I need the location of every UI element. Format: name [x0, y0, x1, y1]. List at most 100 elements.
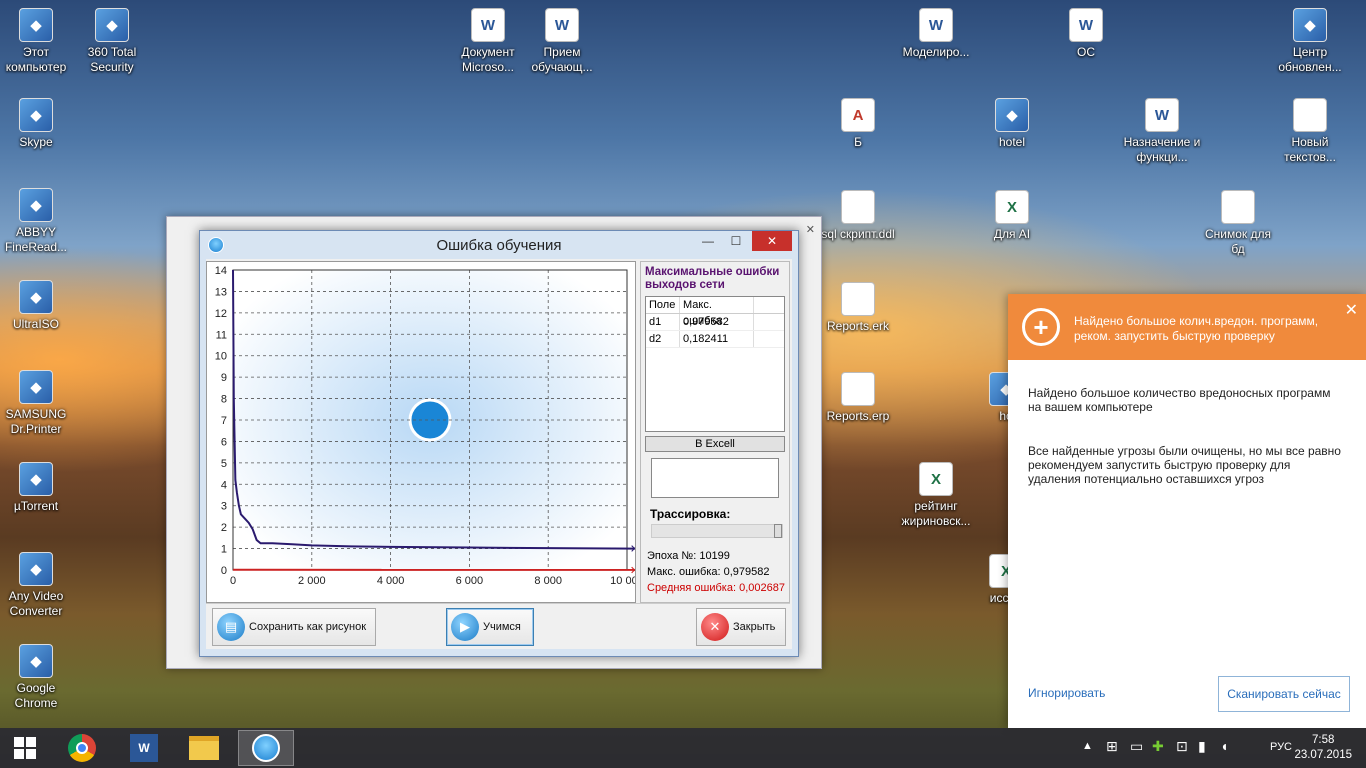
desktop-icon[interactable]: W Документ Microso...: [448, 8, 528, 75]
table-row[interactable]: d1 0,979582: [646, 314, 784, 331]
export-excel-button[interactable]: В Excell: [645, 436, 785, 452]
shield-plus-icon: ◆: [95, 8, 129, 42]
taskbar: W ▲ ⊞ ▭ ✚ ⊡ ▮ ◖ РУС 7:58 23.07.2015: [0, 728, 1366, 768]
start-button[interactable]: [0, 730, 50, 766]
notification-header-text: Найдено большое колич.вредон. программ, …: [1074, 314, 1319, 343]
desktop-icon[interactable]: W ОС: [1046, 8, 1126, 60]
taskbar-chrome[interactable]: [54, 730, 110, 766]
training-error-window: Ошибка обучения — ☐ ✕ 0 2 000 4 000 6 000 8 …: [199, 230, 799, 657]
360-security-logo-icon: +: [1022, 308, 1060, 346]
desktop-icon-label: SAMSUNG Dr.Printer: [5, 407, 67, 436]
desktop-icon[interactable]: X Для AI: [972, 190, 1052, 242]
button-bar: ▤ Сохранить как рисунок ▶ Учимся ✕ Закры…: [206, 603, 790, 649]
desktop-icon[interactable]: ◆ Этот компьютер: [0, 8, 76, 75]
desktop-icon[interactable]: ◆ µTorrent: [0, 462, 76, 514]
trace-label: Трассировка:: [650, 507, 731, 521]
desktop-icon[interactable]: ◆ Any Video Converter: [0, 552, 76, 619]
title-bar[interactable]: Ошибка обучения — ☐ ✕: [200, 231, 798, 259]
network-icon[interactable]: ⊡: [1176, 738, 1188, 755]
desktop-icon-label: Документ Microso...: [461, 45, 515, 74]
floppy-icon: ▤: [217, 613, 245, 641]
desktop-icon[interactable]: Reports.erk: [818, 282, 898, 334]
column-header-max-error[interactable]: Макс. ошибка: [680, 297, 754, 327]
volume-icon[interactable]: ◖: [1220, 738, 1228, 754]
desktop-icon[interactable]: ◆ Центр обновлен...: [1270, 8, 1350, 75]
trace-slider-thumb[interactable]: [774, 524, 782, 538]
desktop-icon-label: µTorrent: [13, 499, 59, 513]
display-icon[interactable]: ▭: [1130, 738, 1143, 755]
desktop-icon-label: 360 Total Security: [87, 45, 137, 74]
errors-table[interactable]: Поле Макс. ошибка d1 0,979582 d2 0,18241…: [645, 296, 785, 432]
word-icon: W: [1069, 8, 1103, 42]
column-header-field[interactable]: Поле: [646, 297, 680, 313]
notification-close-icon[interactable]: ✕: [1345, 300, 1358, 320]
desktop-icon[interactable]: ◆ 360 Total Security: [72, 8, 152, 75]
desktop-icon-label: Моделиро...: [902, 45, 970, 59]
desktop-icon[interactable]: ≡ Новый текстов...: [1270, 98, 1350, 165]
scan-now-button[interactable]: Сканировать сейчас: [1218, 676, 1350, 712]
network-icon: ◆: [995, 98, 1029, 132]
taskbar-explorer[interactable]: [176, 730, 232, 766]
clock[interactable]: 7:58 23.07.2015: [1294, 733, 1352, 763]
tray-expand-icon[interactable]: ▲: [1082, 740, 1093, 752]
desktop-icon[interactable]: sql скрипт.ddl: [818, 190, 898, 242]
avg-error-label: Средняя ошибка: 0,002687: [647, 582, 785, 594]
taskbar-neural-app[interactable]: [238, 730, 294, 766]
action-center-icon[interactable]: ⊞: [1106, 738, 1118, 755]
image-file-icon: ▦: [1221, 190, 1255, 224]
y-tick-label: 5: [221, 458, 227, 470]
desktop-icon[interactable]: Reports.erp: [818, 372, 898, 424]
word-icon: W: [130, 734, 158, 762]
close-button[interactable]: ✕ Закрыть: [696, 608, 786, 646]
play-icon: ▶: [451, 613, 479, 641]
security-notification: + Найдено большое колич.вредон. программ…: [1008, 294, 1366, 728]
word-icon: W: [1145, 98, 1179, 132]
disc-icon: ◆: [19, 280, 53, 314]
minimize-button[interactable]: —: [694, 231, 722, 251]
table-row[interactable]: d2 0,182411: [646, 331, 784, 348]
desktop-icon[interactable]: W Моделиро...: [896, 8, 976, 60]
desktop-icon[interactable]: ◆ Skype: [0, 98, 76, 150]
desktop-icon-label: Reports.erk: [826, 319, 890, 333]
notification-message: Найдено большое количество вредоносных п…: [1028, 386, 1331, 414]
desktop-icon[interactable]: ◆ SAMSUNG Dr.Printer: [0, 370, 76, 437]
trace-slider[interactable]: [651, 524, 783, 538]
y-tick-label: 2: [221, 522, 227, 534]
table-cell-value: 0,979582: [680, 314, 754, 330]
desktop-icon-label: Б: [854, 135, 862, 149]
desktop-icon-label: Прием обучающ...: [531, 45, 593, 74]
save-as-image-label: Сохранить как рисунок: [249, 621, 367, 633]
close-window-button[interactable]: ✕: [752, 231, 792, 251]
language-indicator[interactable]: РУС: [1270, 741, 1292, 753]
360-tray-icon[interactable]: ✚: [1152, 738, 1164, 755]
chrome-icon: [68, 734, 96, 762]
desktop-icon[interactable]: ◆ ABBYY FineRead...: [0, 188, 76, 255]
desktop-icon-label: Назначение и функци...: [1123, 135, 1201, 164]
y-tick-label: 4: [221, 479, 227, 491]
clock-date: 23.07.2015: [1294, 749, 1352, 761]
desktop-icon[interactable]: W Прием обучающ...: [522, 8, 602, 75]
desktop-icon[interactable]: ◆ Google Chrome: [0, 644, 76, 711]
error-chart-svg: 02 0004 0006 0008 00010 0000123456789101…: [215, 265, 644, 587]
desktop-icon[interactable]: ◆ hotel: [972, 98, 1052, 150]
y-tick-label: 14: [215, 265, 227, 277]
desktop-icon[interactable]: W Назначение и функци...: [1122, 98, 1202, 165]
battery-icon[interactable]: ▮: [1198, 738, 1206, 755]
save-as-image-button[interactable]: ▤ Сохранить как рисунок: [212, 608, 376, 646]
desktop-icon[interactable]: AБ: [818, 98, 898, 150]
background-window-close-icon[interactable]: ✕: [806, 223, 815, 236]
update-center-icon: ◆: [1293, 8, 1327, 42]
y-tick-label: 7: [221, 415, 227, 427]
desktop-icon[interactable]: ▦ Снимок для бд: [1198, 190, 1278, 257]
epoch-label: Эпоха №: 10199: [647, 550, 730, 562]
learn-button[interactable]: ▶ Учимся: [446, 608, 534, 646]
abbyy-icon: ◆: [19, 188, 53, 222]
maximize-button[interactable]: ☐: [722, 231, 750, 251]
desktop-icon[interactable]: Xрейтинг жириновск...: [896, 462, 976, 529]
desktop-icon[interactable]: ◆ UltraISO: [0, 280, 76, 332]
info-box: [651, 458, 779, 498]
word-icon: W: [545, 8, 579, 42]
desktop-icon-label: Reports.erp: [826, 409, 890, 423]
ignore-link[interactable]: Игнорировать: [1028, 686, 1105, 700]
taskbar-word[interactable]: W: [116, 730, 172, 766]
